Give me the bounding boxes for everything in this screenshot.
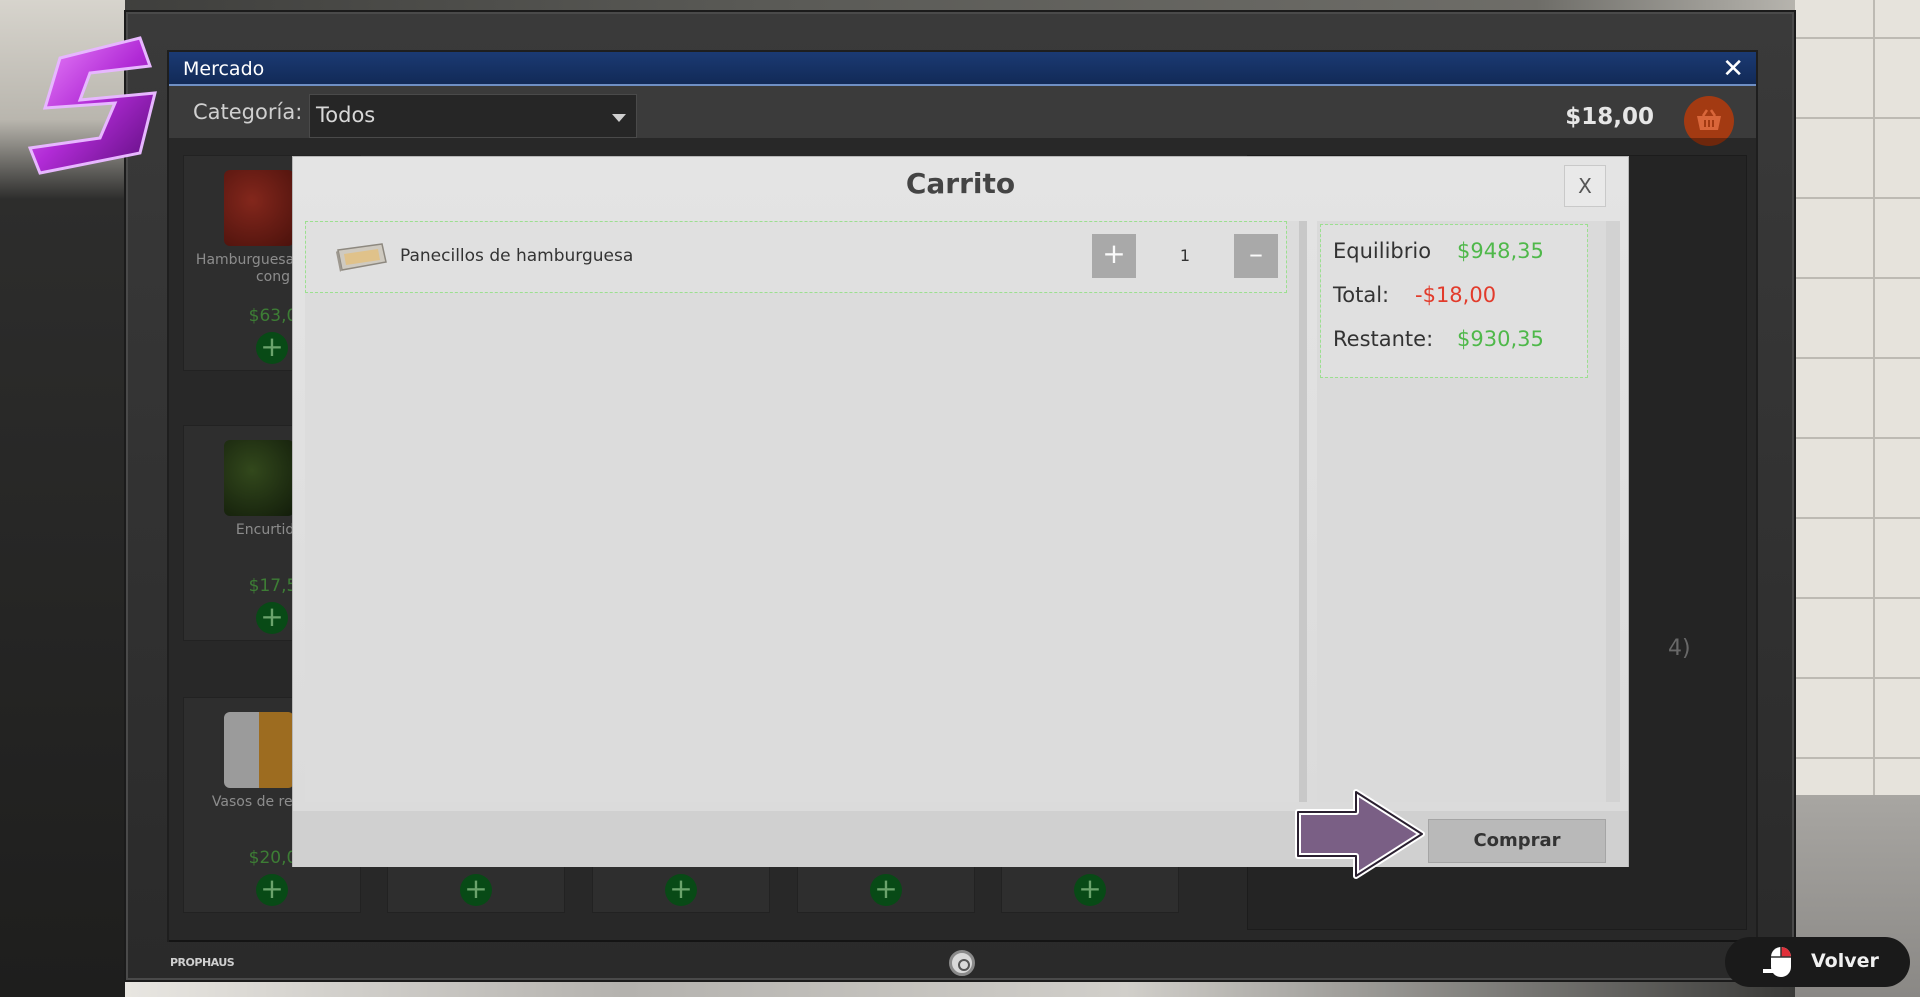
bun-package-icon bbox=[336, 243, 387, 272]
cart-item-name: Panecillos de hamburguesa bbox=[400, 246, 634, 266]
quantity-value: 1 bbox=[1179, 246, 1191, 265]
summary-balance-row: Equilibrio $948,35 bbox=[1333, 239, 1544, 263]
total-label: Total: bbox=[1333, 283, 1390, 307]
toolbar: Categoría: Todos $18,00 bbox=[169, 88, 1756, 146]
power-icon[interactable] bbox=[949, 950, 975, 976]
balance-value: $948,35 bbox=[1457, 239, 1544, 263]
balance-label: Equilibrio bbox=[1333, 239, 1432, 263]
game-logo bbox=[27, 36, 157, 175]
back-label: Volver bbox=[1811, 950, 1879, 972]
arrow-right-icon bbox=[1295, 789, 1425, 879]
summary-remaining-row: Restante: $930,35 bbox=[1333, 327, 1544, 351]
summary-box: Equilibrio $948,35 Total: -$18,00 Restan… bbox=[1320, 224, 1588, 378]
back-button[interactable]: Volver bbox=[1725, 937, 1910, 987]
category-value: Todos bbox=[316, 103, 376, 127]
summary-column: Equilibrio $948,35 Total: -$18,00 Restan… bbox=[1317, 221, 1620, 802]
monitor-brand: PROPHAUS bbox=[170, 956, 235, 969]
titlebar: Mercado ✕ bbox=[169, 52, 1756, 86]
close-icon[interactable]: ✕ bbox=[1722, 54, 1744, 84]
chevron-down-icon bbox=[612, 114, 626, 122]
cart-close-button[interactable]: X bbox=[1564, 165, 1606, 207]
remaining-label: Restante: bbox=[1333, 327, 1434, 351]
buy-button[interactable]: Comprar bbox=[1428, 819, 1606, 863]
decrease-quantity-button[interactable]: – bbox=[1234, 234, 1278, 278]
scrollbar[interactable] bbox=[1606, 221, 1620, 802]
basket-icon bbox=[1697, 109, 1721, 130]
remaining-value: $930,35 bbox=[1457, 327, 1544, 351]
mouse-right-click-icon bbox=[1763, 947, 1791, 977]
category-dropdown[interactable]: Todos bbox=[309, 94, 637, 138]
summary-total-row: Total: -$18,00 bbox=[1333, 283, 1496, 307]
cart-modal: Carrito X Panecillos de hamburguesa + 1 … bbox=[292, 156, 1629, 867]
category-label: Categoría: bbox=[193, 100, 303, 124]
cart-item: Panecillos de hamburguesa + 1 – bbox=[305, 221, 1287, 293]
increase-quantity-button[interactable]: + bbox=[1092, 234, 1136, 278]
cart-item-list: Panecillos de hamburguesa + 1 – bbox=[305, 221, 1307, 802]
background-floor bbox=[125, 982, 1795, 997]
cart-title: Carrito bbox=[905, 167, 1016, 200]
balance-display: $18,00 bbox=[1565, 104, 1654, 130]
window-title: Mercado bbox=[183, 58, 265, 80]
total-value: -$18,00 bbox=[1415, 283, 1497, 307]
